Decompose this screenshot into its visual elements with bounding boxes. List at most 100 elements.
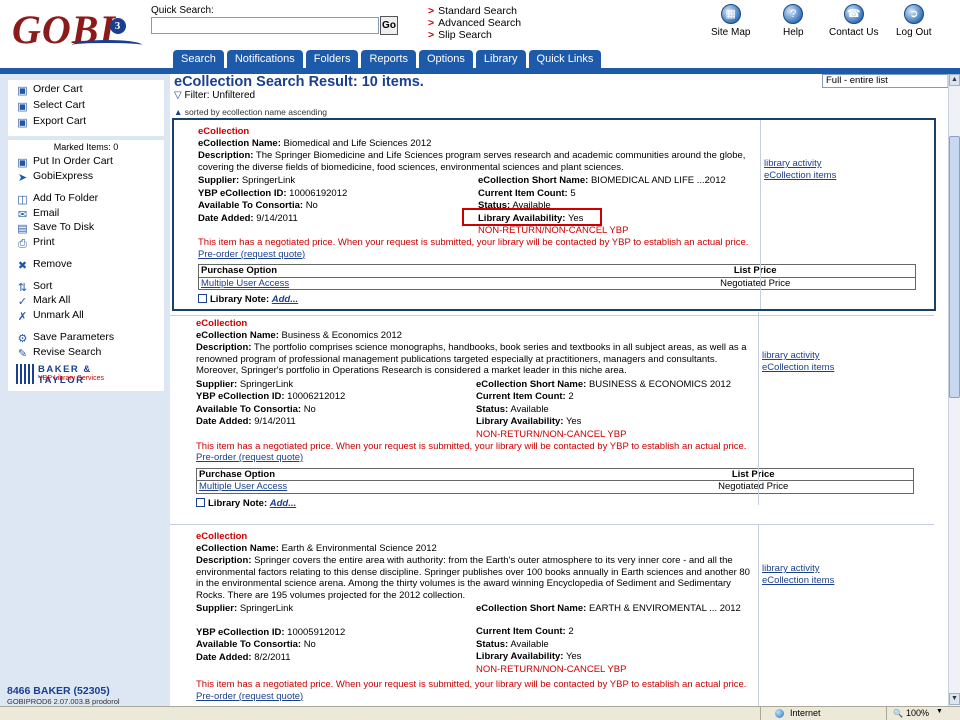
negotiated-price-notice: This item has a negotiated price. When y… bbox=[196, 679, 752, 702]
item-count-label: Current Item Count: bbox=[476, 626, 566, 637]
print-link[interactable]: ⎙ Print bbox=[16, 235, 55, 250]
scroll-down-icon[interactable]: ▼ bbox=[949, 693, 960, 705]
ybp-id-value: 10005912012 bbox=[287, 626, 346, 638]
vertical-scrollbar[interactable]: ▲ ▼ bbox=[948, 74, 960, 706]
status-divider bbox=[760, 707, 761, 720]
tab-folders[interactable]: Folders bbox=[305, 50, 359, 68]
put-in-order-cart-link[interactable]: ▣ Put In Order Cart bbox=[16, 154, 113, 169]
record-details: Supplier: SpringerLink YBP eCollection I… bbox=[196, 603, 752, 677]
remove-link[interactable]: ✖ Remove bbox=[16, 257, 72, 272]
quick-search-input[interactable] bbox=[151, 17, 379, 34]
tab-reports[interactable]: Reports bbox=[361, 50, 416, 68]
ybp-id-value: 10006192012 bbox=[289, 187, 348, 199]
preorder-link[interactable]: Pre-order (request quote) bbox=[198, 249, 305, 260]
unmark-all-link[interactable]: ✗ Unmark All bbox=[16, 308, 84, 323]
sort-label: Sort bbox=[33, 280, 53, 292]
ybp-id-label: YBP eCollection ID: bbox=[196, 391, 285, 402]
logo-swoosh-icon bbox=[72, 40, 142, 50]
record-details: Supplier: SpringerLink YBP eCollection I… bbox=[198, 175, 754, 236]
scroll-up-icon[interactable]: ▲ bbox=[949, 74, 960, 86]
tab-notifications[interactable]: Notifications bbox=[226, 50, 303, 68]
negotiated-text: This item has a negotiated price. When y… bbox=[196, 440, 747, 452]
library-activity-link[interactable]: library activity bbox=[762, 350, 936, 362]
description-label: Description: bbox=[198, 150, 254, 161]
scroll-thumb[interactable] bbox=[949, 136, 960, 398]
go-button[interactable]: Go bbox=[380, 16, 398, 35]
record-side-links: library activity eCollection items bbox=[758, 312, 936, 505]
standard-search-label: Standard Search bbox=[438, 5, 517, 17]
note-icon bbox=[196, 497, 205, 507]
record-description-row: Description: The portfolio comprises sci… bbox=[196, 342, 752, 377]
tab-quick-links[interactable]: Quick Links bbox=[528, 50, 602, 68]
tab-options[interactable]: Options bbox=[419, 50, 473, 68]
mark-all-link[interactable]: ✓ Mark All bbox=[16, 293, 70, 308]
add-note-link[interactable]: Add... bbox=[270, 498, 296, 509]
baker-taylor-logo[interactable]: BAKER & TAYLOR YBP Library Services bbox=[16, 364, 136, 386]
availability-value: Yes bbox=[565, 416, 582, 427]
purchase-option-link[interactable]: Multiple User Access bbox=[199, 481, 287, 492]
server-label: GOBIPROD6 2.07.003.B prodorol bbox=[7, 697, 120, 706]
record-name-row: eCollection Name: Earth & Environmental … bbox=[196, 543, 752, 555]
purchase-option-link[interactable]: Multiple User Access bbox=[201, 278, 289, 289]
export-cart-link[interactable]: ▣ Export Cart bbox=[16, 114, 86, 129]
item-count-value: 2 bbox=[568, 626, 574, 637]
zoom-level[interactable]: 100% bbox=[906, 708, 929, 718]
status-value: Available bbox=[510, 403, 549, 415]
order-cart-link[interactable]: ▣ Order Cart bbox=[16, 82, 82, 97]
standard-search-link[interactable]: > Standard Search bbox=[428, 5, 521, 17]
add-to-folder-link[interactable]: ◫ Add To Folder bbox=[16, 191, 98, 206]
supplier-label: Supplier: bbox=[198, 175, 240, 186]
record-name: Biomedical and Life Sciences 2012 bbox=[283, 137, 432, 149]
contact-us-button[interactable]: ☎ Contact Us bbox=[829, 4, 878, 38]
save-parameters-link[interactable]: ⚙ Save Parameters bbox=[16, 330, 115, 345]
gobiexpress-link[interactable]: ➤ GobiExpress bbox=[16, 169, 93, 184]
filter-status[interactable]: ▽ Filter: Unfiltered bbox=[174, 90, 255, 101]
record-type: eCollection bbox=[196, 318, 248, 329]
date-added-label: Date Added: bbox=[198, 212, 254, 224]
status-label: Status: bbox=[476, 638, 509, 650]
page-title: eCollection Search Result: 10 items. bbox=[174, 74, 424, 90]
log-out-button[interactable]: ➲ Log Out bbox=[896, 4, 932, 38]
item-count-value: 5 bbox=[570, 187, 576, 199]
sort-arrow-icon: ▲ bbox=[174, 107, 183, 117]
preorder-link[interactable]: Pre-order (request quote) bbox=[196, 452, 303, 463]
gobi-logo[interactable]: GOBI 3 bbox=[12, 6, 142, 54]
record-side-links: library activity eCollection items bbox=[758, 525, 936, 706]
preorder-link[interactable]: Pre-order (request quote) bbox=[196, 691, 303, 702]
email-link[interactable]: ✉ Email bbox=[16, 206, 59, 221]
add-note-link[interactable]: Add... bbox=[272, 294, 298, 305]
sort-link[interactable]: ⇅ Sort bbox=[16, 279, 53, 294]
negotiated-price-notice: This item has a negotiated price. When y… bbox=[196, 441, 752, 464]
tab-search[interactable]: Search bbox=[173, 50, 224, 68]
filter-label: Filter: Unfiltered bbox=[184, 90, 256, 101]
tab-library[interactable]: Library bbox=[475, 50, 526, 68]
description-label: Description: bbox=[196, 342, 252, 353]
chevron-down-icon[interactable]: ▼ bbox=[936, 708, 943, 715]
save-to-disk-link[interactable]: ▤ Save To Disk bbox=[16, 220, 94, 235]
ecollection-items-link[interactable]: eCollection items bbox=[762, 362, 936, 374]
status-value: Available bbox=[510, 638, 549, 650]
library-activity-link[interactable]: library activity bbox=[764, 158, 938, 170]
view-select[interactable]: Full - entire list ▼ bbox=[822, 74, 948, 88]
site-map-button[interactable]: ▦ Site Map bbox=[711, 4, 750, 38]
library-activity-link[interactable]: library activity bbox=[762, 563, 936, 575]
slip-search-link[interactable]: > Slip Search bbox=[428, 29, 521, 41]
arrow-icon: > bbox=[428, 5, 435, 17]
select-cart-link[interactable]: ▣ Select Cart bbox=[16, 98, 85, 113]
record-name-row: eCollection Name: Biomedical and Life Sc… bbox=[198, 138, 754, 150]
contact-icon: ☎ bbox=[843, 4, 864, 24]
ecollection-items-link[interactable]: eCollection items bbox=[764, 170, 938, 182]
ecollection-items-link[interactable]: eCollection items bbox=[762, 575, 936, 587]
details-right: eCollection Short Name: BIOMEDICAL AND L… bbox=[478, 175, 768, 238]
date-added-label: Date Added: bbox=[196, 416, 252, 427]
revise-search-label: Revise Search bbox=[33, 346, 102, 358]
marked-items-count: Marked Items: 0 bbox=[53, 142, 119, 152]
result-record[interactable]: eCollection eCollection Name: Business &… bbox=[172, 312, 936, 509]
logout-icon: ➲ bbox=[903, 4, 924, 24]
advanced-search-link[interactable]: > Advanced Search bbox=[428, 17, 521, 29]
record-description: The portfolio comprises science monograp… bbox=[196, 342, 747, 376]
revise-search-link[interactable]: ✎ Revise Search bbox=[16, 345, 102, 360]
result-record[interactable]: eCollection eCollection Name: Earth & En… bbox=[172, 525, 936, 706]
date-added-value: 9/14/2011 bbox=[254, 416, 296, 427]
help-button[interactable]: ? Help bbox=[783, 4, 804, 38]
